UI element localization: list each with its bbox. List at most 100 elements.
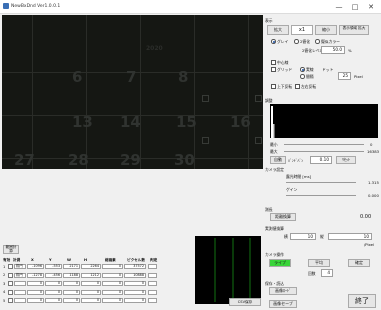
table-cell-total[interactable]: 0 <box>102 289 123 295</box>
table-cell-y[interactable]: 0 <box>45 289 62 295</box>
mode-color-label: 擬似カラー <box>321 39 340 44</box>
binary-level-unit: % <box>348 48 352 53</box>
table-cell-total[interactable]: 0 <box>102 281 123 287</box>
table-cell-total[interactable]: 0 <box>102 298 123 304</box>
table-cell-x[interactable]: 0 <box>27 289 44 295</box>
calendar-vline <box>140 15 141 169</box>
max-slider[interactable] <box>284 151 364 152</box>
histogram-graph <box>270 104 378 138</box>
table-cell-y[interactable]: -553 <box>45 264 62 269</box>
table-header: 総画素 <box>105 258 116 262</box>
table-cell-x[interactable]: 0 <box>27 281 44 287</box>
image-save-button[interactable]: 画像セーブ <box>269 300 297 308</box>
table-cell-w[interactable]: 0 <box>63 298 80 304</box>
calendar-vline <box>86 15 87 169</box>
calendar-box-mark <box>202 95 209 102</box>
calendar-day-number: 8 <box>178 68 189 86</box>
table-cell-total[interactable]: 0 <box>102 264 123 269</box>
row-shape-select[interactable]: 楕円 <box>14 272 26 278</box>
row-enable-checkbox[interactable] <box>8 289 13 295</box>
times-input[interactable]: 4 <box>321 269 333 277</box>
table-cell-w[interactable]: 0 <box>63 289 80 295</box>
grid-pitch-input[interactable]: 25 <box>338 72 351 80</box>
calendar-day-number: 29 <box>120 151 141 169</box>
gamma-input[interactable]: 0.10 <box>310 156 332 164</box>
min-value: 0 <box>370 142 373 147</box>
exposure-slider[interactable] <box>286 182 356 183</box>
maximize-button[interactable]: □ <box>349 2 361 12</box>
table-cell-h[interactable]: 0 <box>81 289 101 295</box>
calendar-box-mark <box>255 95 262 102</box>
mode-binary-radio[interactable] <box>294 39 299 44</box>
binary-level-input[interactable]: 50.0 <box>321 46 345 54</box>
table-header: 有効 <box>3 258 11 262</box>
table-cell-pixels[interactable]: 10888 <box>124 272 146 278</box>
table-cell-pixels[interactable]: 37572 <box>124 264 146 269</box>
row-enable-checkbox[interactable] <box>8 281 13 287</box>
table-cell-total[interactable]: 0 <box>102 272 123 278</box>
center-line-checkbox[interactable] <box>271 60 276 65</box>
row-shape-select[interactable] <box>14 281 26 287</box>
table-cell-x[interactable]: -1096 <box>27 264 44 269</box>
actual-section-label: 実測値換算 <box>265 226 284 231</box>
grid-solid-radio[interactable] <box>300 67 305 72</box>
profile-lines-svg <box>214 238 251 302</box>
grid-pitch-label: 間隔 <box>306 74 314 79</box>
table-cell-x[interactable]: -1278 <box>27 272 44 278</box>
gain-slider[interactable] <box>286 195 356 196</box>
zoom-region-button[interactable]: 表示領域 拡大 <box>339 25 369 35</box>
grid-pitch-radio[interactable] <box>300 74 305 79</box>
table-cell-h[interactable]: 2264 <box>81 264 101 269</box>
row-enable-checkbox[interactable] <box>8 272 13 278</box>
table-cell-pixels[interactable]: 0 <box>124 298 146 304</box>
actual-h-input[interactable]: 10 <box>290 233 316 240</box>
flip-v-checkbox[interactable] <box>271 84 276 89</box>
reset-button[interactable]: ﾘｾｯﾄ <box>336 156 356 164</box>
table-header: Y <box>49 258 52 262</box>
table-cell-w[interactable]: 0 <box>63 281 80 287</box>
zoom-fit-button[interactable]: 拡大 <box>267 25 289 35</box>
row-shape-select[interactable]: 楕円 <box>14 264 26 269</box>
row-shape-select[interactable] <box>14 298 26 304</box>
table-cell-x[interactable]: 0 <box>27 298 44 304</box>
distance-calib-button[interactable]: 距離換算 <box>270 213 296 221</box>
min-slider[interactable] <box>284 144 364 145</box>
exit-button[interactable]: 終了 <box>348 294 376 308</box>
row-shape-select[interactable] <box>14 289 26 295</box>
table-header: H <box>84 258 88 262</box>
mode-gray-label: グレイ <box>277 39 289 44</box>
grid-checkbox[interactable] <box>271 67 276 72</box>
table-cell-pixels[interactable]: 0 <box>124 281 146 287</box>
csv-save-button[interactable]: CSV保存 <box>229 298 261 306</box>
table-cell-h[interactable]: 0 <box>81 298 101 304</box>
gamma-label: ﾊﾞﾝﾄﾞﾊﾞﾝ <box>288 158 304 163</box>
zoom-shrink-button[interactable]: 縮小 <box>315 25 337 35</box>
zoom-1x-button[interactable]: x1 <box>291 25 313 35</box>
table-cell-y[interactable]: 0 <box>45 281 62 287</box>
auto-button[interactable]: 自動 <box>270 156 286 164</box>
row-enable-checkbox[interactable] <box>8 298 13 304</box>
camera-image-view[interactable]: 2020 678131415162021222327282930 <box>2 15 263 169</box>
table-cell-y[interactable]: -456 <box>45 272 62 278</box>
mode-gray-radio[interactable] <box>271 39 276 44</box>
table-cell-w[interactable]: 1188 <box>63 272 80 278</box>
table-cell-h[interactable]: 0 <box>81 281 101 287</box>
live-button[interactable]: ライブ <box>269 259 291 267</box>
table-cell-judge <box>148 298 157 304</box>
table-row-number: 2 <box>3 273 6 278</box>
minimize-button[interactable]: — <box>333 2 345 12</box>
average-button[interactable]: 平均 <box>308 259 330 267</box>
image-load-button[interactable]: 画像ﾛｰﾄﾞ <box>269 287 297 295</box>
row-enable-checkbox[interactable] <box>8 264 13 269</box>
actual-v-input[interactable]: 10 <box>328 233 372 240</box>
calc-range-button[interactable]: 範囲計算 <box>3 245 19 254</box>
table-cell-pixels[interactable]: 0 <box>124 289 146 295</box>
table-cell-y[interactable]: 0 <box>45 298 62 304</box>
flip-h-checkbox[interactable] <box>295 84 300 89</box>
fix-button[interactable]: 確定 <box>348 259 370 267</box>
table-cell-h[interactable]: 1212 <box>81 272 101 278</box>
table-cell-w[interactable]: 2171 <box>63 264 80 269</box>
mode-color-radio[interactable] <box>315 39 320 44</box>
close-button[interactable]: ✕ <box>365 2 377 12</box>
table-header: ピクセル数 <box>127 258 145 262</box>
